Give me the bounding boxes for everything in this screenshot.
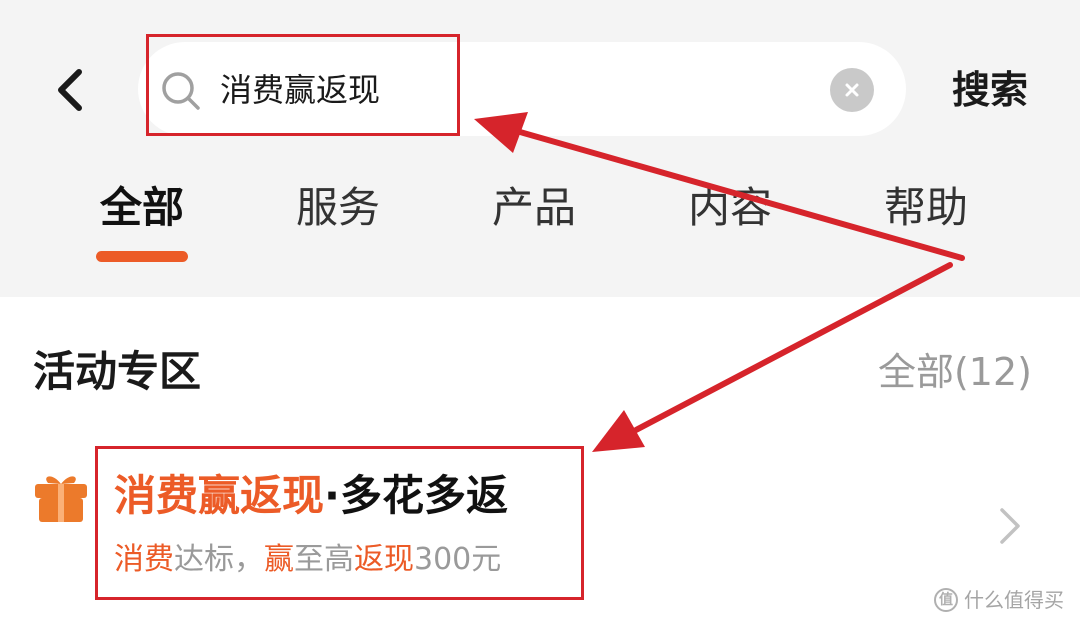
clear-icon [845, 83, 859, 97]
tab-content[interactable]: 内容 [680, 176, 780, 240]
annotation-box-search [146, 34, 460, 136]
gift-icon [35, 476, 87, 522]
back-button[interactable] [40, 60, 100, 120]
active-tab-indicator [96, 251, 188, 262]
tab-products[interactable]: 产品 [484, 176, 584, 240]
search-button[interactable]: 搜索 [940, 60, 1040, 120]
watermark-logo: 值 [934, 588, 958, 612]
watermark-text: 什么值得买 [964, 588, 1064, 612]
section-title: 活动专区 [33, 347, 202, 396]
clear-button[interactable] [830, 68, 874, 112]
section-view-all-link[interactable]: 全部(12) [878, 342, 1032, 402]
chevron-right-icon[interactable] [996, 506, 1024, 546]
annotation-arrowhead [592, 410, 645, 452]
tab-all[interactable]: 全部 [92, 176, 192, 240]
watermark: 值 什么值得买 [934, 586, 1064, 614]
tab-services[interactable]: 服务 [288, 176, 388, 240]
annotation-box-promo [95, 446, 584, 600]
chevron-left-icon [58, 69, 82, 111]
tab-help[interactable]: 帮助 [876, 176, 976, 240]
